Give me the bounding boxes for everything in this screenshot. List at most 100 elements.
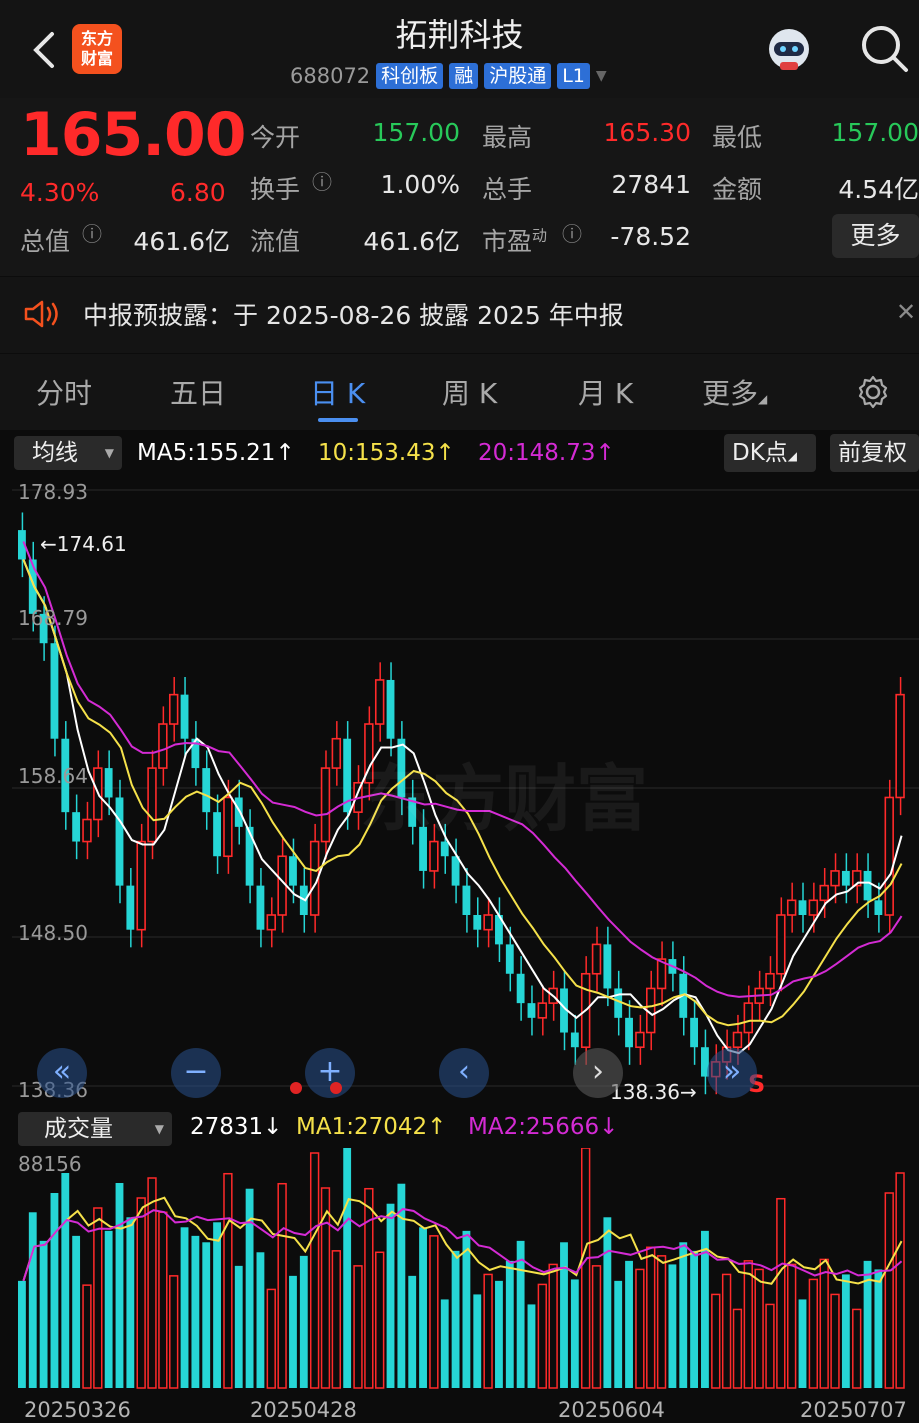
ma10-value: 10:153.43↑ (318, 440, 455, 466)
volume-bar (289, 1275, 297, 1388)
candle (516, 973, 525, 1004)
volume-bar (61, 1173, 70, 1388)
volume-bar (429, 1235, 439, 1389)
info-icon[interactable]: ⓘ (82, 218, 102, 247)
scroll-right-fast-icon[interactable]: » (707, 1048, 757, 1098)
candle (180, 694, 189, 739)
adjust-mode-button[interactable]: 前复权 (830, 434, 919, 472)
volume-bar (462, 1230, 471, 1388)
volume-bar (765, 1303, 775, 1389)
volume-bar (841, 1274, 850, 1388)
y-axis-label: 148.50 (18, 921, 88, 945)
volume-bar (798, 1299, 807, 1388)
volume-bar (646, 1246, 656, 1389)
volume-bar (115, 1183, 124, 1388)
volume-label: 总手 (482, 175, 533, 204)
volume-bar (808, 1278, 819, 1389)
tab-five-day[interactable]: 五日 (170, 372, 226, 412)
tag-star-market: 科创板 (376, 63, 444, 89)
tab-monthly-k[interactable]: 月 K (578, 372, 633, 412)
mcap-label: 总值 (20, 227, 71, 256)
y-axis-label: 178.93 (18, 480, 88, 504)
more-button[interactable]: 更多 (832, 214, 919, 258)
candle (168, 693, 179, 725)
low-value: 157.00 (831, 118, 919, 147)
volume-bar (18, 1280, 26, 1388)
assistant-robot-icon[interactable] (762, 22, 816, 76)
candle (331, 737, 342, 769)
event-dot[interactable] (330, 1082, 342, 1094)
volume-bar (560, 1242, 568, 1388)
candle (50, 643, 59, 739)
candle (223, 796, 233, 858)
date-label: 20250326 (24, 1398, 131, 1422)
dropdown-caret-icon[interactable]: ▼ (596, 68, 607, 84)
tab-intraday[interactable]: 分时 (36, 372, 92, 412)
candle (732, 1031, 743, 1049)
volume-bar (180, 1227, 189, 1388)
candle (635, 1031, 645, 1049)
change-percent: 4.30% (20, 178, 100, 207)
candle (266, 914, 276, 931)
indicator-dropdown[interactable]: 均线 ▼ (14, 436, 122, 470)
volume-bar (743, 1260, 753, 1389)
scroll-right-icon[interactable]: › (573, 1048, 623, 1098)
volume-bar (776, 1197, 786, 1389)
open-label: 今开 (250, 123, 301, 152)
tab-daily-k[interactable]: 日 K (310, 372, 365, 412)
event-dot[interactable] (290, 1082, 302, 1094)
tab-weekly-k[interactable]: 周 K (442, 372, 497, 412)
max-price-marker: ←174.61 (40, 532, 127, 556)
volume-bar (732, 1308, 743, 1389)
candle (374, 679, 385, 725)
sub-indicator-dropdown[interactable]: 成交量 ▼ (18, 1112, 172, 1146)
volume-bar (397, 1183, 406, 1388)
candle (462, 885, 471, 916)
info-icon[interactable]: ⓘ (562, 218, 582, 247)
volume-bar (213, 1222, 221, 1388)
volume-bar (548, 1263, 558, 1389)
speaker-icon (24, 300, 58, 328)
volume-bar (690, 1250, 699, 1388)
volume-bar (266, 1288, 276, 1389)
candle (126, 885, 135, 930)
min-price-marker: 138.36→ (610, 1080, 697, 1104)
candle (537, 1002, 548, 1019)
volume-bar (126, 1217, 135, 1388)
candle (690, 1017, 699, 1048)
scroll-left-icon[interactable]: ‹ (439, 1048, 489, 1098)
volume-bar (50, 1193, 59, 1388)
volume-bar (202, 1242, 211, 1388)
candle (808, 899, 819, 916)
y-axis-label: 168.79 (18, 606, 88, 630)
volume-bar (570, 1279, 579, 1388)
candle (234, 797, 243, 827)
stock-code: 688072 (290, 64, 371, 88)
volume-bar (299, 1255, 308, 1388)
active-tab-indicator (318, 418, 358, 422)
volume-ma1: MA1:27042↑ (296, 1114, 447, 1140)
pe-label: 市盈动 (482, 226, 548, 256)
pe-value: -78.52 (610, 222, 691, 251)
candle (765, 972, 775, 990)
volume-bar (668, 1264, 677, 1388)
tab-more[interactable]: 更多◢ (702, 372, 767, 412)
scroll-left-fast-icon[interactable]: « (37, 1048, 87, 1098)
search-icon[interactable] (858, 22, 910, 74)
y-axis-label: 158.64 (18, 764, 88, 788)
volume-chart[interactable] (0, 1148, 919, 1390)
float-value: 461.6亿 (363, 227, 460, 256)
candle (841, 870, 850, 886)
volume-bar (635, 1268, 645, 1389)
volume-bar (603, 1217, 612, 1388)
zoom-out-icon[interactable]: − (171, 1048, 221, 1098)
volume-bar (895, 1172, 905, 1389)
close-icon[interactable]: ✕ (896, 298, 916, 326)
settings-gear-icon[interactable] (855, 374, 891, 410)
date-label: 20250428 (250, 1398, 357, 1422)
info-icon[interactable]: ⓘ (312, 166, 332, 195)
candle (830, 870, 840, 887)
candle (202, 768, 211, 813)
dk-point-button[interactable]: DK点◢ (724, 434, 816, 472)
candle (386, 679, 395, 739)
